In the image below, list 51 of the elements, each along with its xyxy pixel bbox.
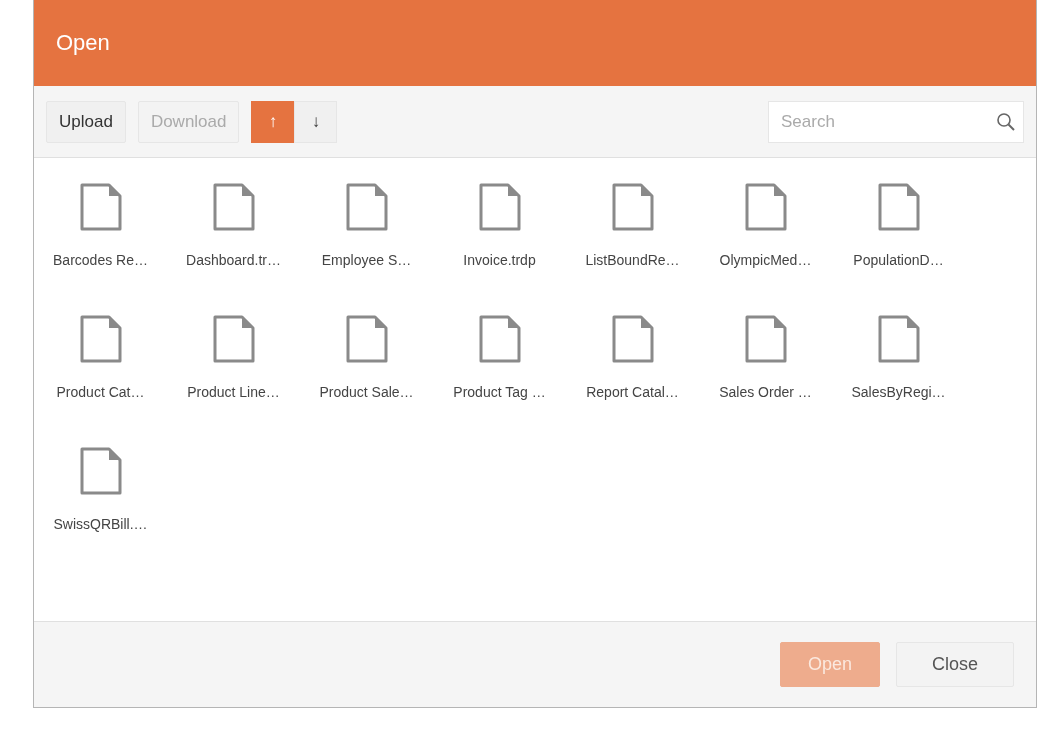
file-item[interactable]: ListBoundRe… [566, 158, 699, 290]
file-name: ListBoundRe… [584, 252, 681, 268]
file-name: Employee S… [320, 252, 413, 268]
file-item[interactable]: OlympicMed… [699, 158, 832, 290]
file-item[interactable]: Invoice.trdp [433, 158, 566, 290]
file-item[interactable]: PopulationD… [832, 158, 965, 290]
file-item[interactable]: Product Tag … [433, 290, 566, 422]
file-item[interactable]: Report Catal… [566, 290, 699, 422]
file-item[interactable]: Sales Order … [699, 290, 832, 422]
file-name: Sales Order … [718, 384, 813, 400]
file-item[interactable]: Dashboard.tr… [167, 158, 300, 290]
file-name: SwissQRBill.… [52, 516, 149, 532]
file-name: Invoice.trdp [462, 252, 537, 268]
document-icon [876, 182, 921, 232]
search-field[interactable]: Search [768, 100, 1024, 143]
file-item[interactable]: SwissQRBill.… [34, 422, 167, 554]
document-icon [610, 314, 655, 364]
file-name: Product Tag … [452, 384, 547, 400]
document-icon [477, 182, 522, 232]
document-icon [610, 182, 655, 232]
document-icon [78, 182, 123, 232]
close-button[interactable]: Close [896, 642, 1014, 687]
sort-button[interactable]: ↓ [294, 100, 338, 143]
document-icon [78, 314, 123, 364]
file-name: Dashboard.tr… [185, 252, 282, 268]
search-icon [996, 111, 1016, 132]
file-name: SalesByRegi… [850, 384, 947, 400]
file-item[interactable]: SalesByRegi… [832, 290, 965, 422]
file-item[interactable]: Product Sale… [300, 290, 433, 422]
file-name: OlympicMed… [718, 252, 813, 268]
document-icon [876, 314, 921, 364]
toolbar-button[interactable]: Upload [46, 100, 126, 143]
document-icon [743, 182, 788, 232]
file-item[interactable]: Product Line… [167, 290, 300, 422]
document-icon [211, 314, 256, 364]
document-icon [211, 182, 256, 232]
dialog-title: Open [56, 30, 110, 56]
document-icon [344, 182, 389, 232]
file-name: Product Sale… [318, 384, 415, 400]
document-icon [344, 314, 389, 364]
document-icon [743, 314, 788, 364]
file-item[interactable]: Product Cat… [34, 290, 167, 422]
file-item[interactable]: Employee S… [300, 158, 433, 290]
file-name: Product Cat… [55, 384, 146, 400]
file-name: PopulationD… [852, 252, 945, 268]
file-name: Product Line… [186, 384, 281, 400]
file-item[interactable]: Barcodes Re… [34, 158, 167, 290]
file-name: Barcodes Re… [52, 252, 149, 268]
document-icon [78, 446, 123, 496]
file-name: Report Catal… [585, 384, 680, 400]
document-icon [477, 314, 522, 364]
